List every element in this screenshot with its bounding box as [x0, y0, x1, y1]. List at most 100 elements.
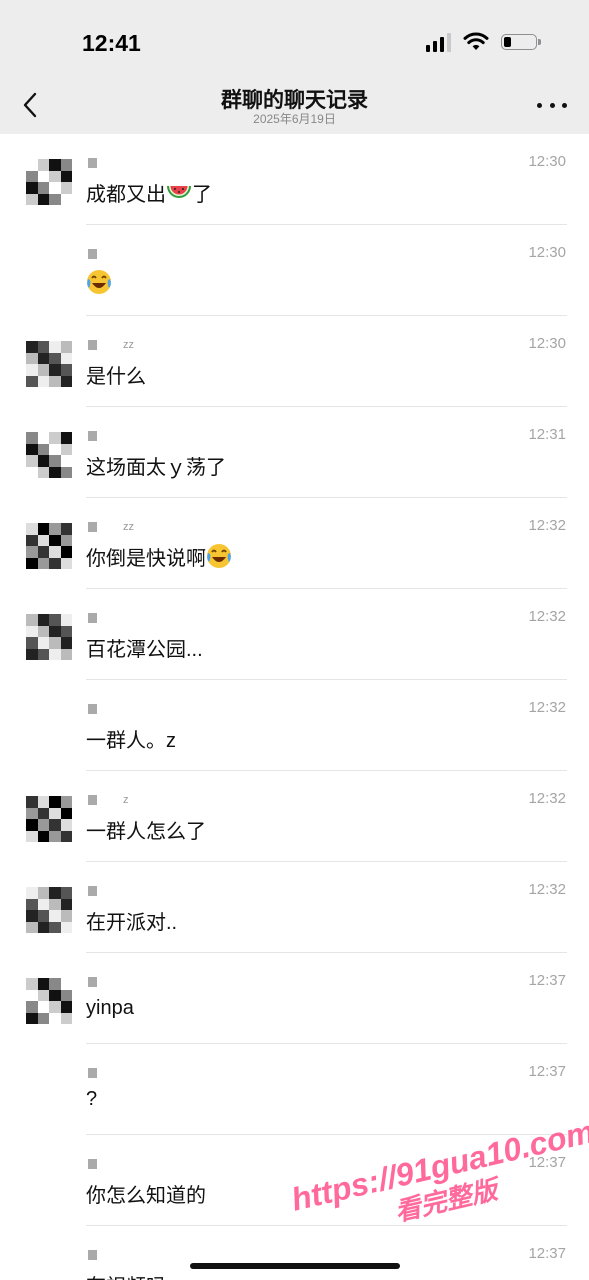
battery-icon [501, 34, 541, 50]
sender-name [88, 156, 123, 170]
avatar[interactable] [26, 159, 72, 205]
list-item[interactable]: z 12:32 一群人怎么了 [0, 771, 589, 862]
message-time: 12:37 [528, 1063, 566, 1080]
sender-name [88, 884, 123, 898]
message-text[interactable]: 一群人。z [86, 724, 176, 753]
redacted-name-block [88, 977, 97, 987]
status-icons [426, 32, 541, 52]
avatar[interactable] [26, 432, 72, 478]
message-text-part: 你倒是快说啊 [86, 548, 206, 570]
redacted-name-block [88, 249, 97, 259]
status-time: 12:41 [82, 30, 141, 56]
redacted-name-block [88, 613, 97, 623]
message-text-part: 百花潭公园... [86, 639, 203, 661]
list-item[interactable]: 12:37 yinpa [0, 953, 589, 1044]
message-text-part: 是什么 [86, 366, 146, 388]
status-bar: 12:41 [0, 0, 589, 78]
redacted-name-block [88, 340, 97, 350]
redacted-name-block [88, 704, 97, 714]
message-text-part: ? [86, 1088, 98, 1110]
avatar[interactable] [26, 523, 72, 569]
message-text[interactable]: 一群人怎么了 [86, 815, 206, 844]
message-time: 12:30 [528, 244, 566, 261]
message-text-part: 一群人怎么了 [86, 821, 206, 843]
sender-name-text: zz [123, 339, 134, 351]
sender-name-text: z [123, 794, 129, 806]
redacted-name-block [88, 1068, 97, 1078]
message-text[interactable]: 你倒是快说啊 [86, 542, 232, 571]
message-time: 12:37 [528, 972, 566, 989]
list-item[interactable]: 12:32 在开派对.. [0, 862, 589, 953]
message-text-part: 了 [192, 184, 212, 206]
more-dots-icon [537, 102, 542, 108]
sender-name [88, 975, 123, 989]
avatar[interactable] [26, 887, 72, 933]
list-item[interactable]: 12:37? [0, 1044, 589, 1135]
message-text[interactable]: 成都又出 了 [86, 178, 212, 207]
wifi-icon [463, 32, 489, 50]
sender-name-text: zz [123, 521, 134, 533]
message-text[interactable]: 这场面太ｙ荡了 [86, 451, 226, 480]
redacted-name-block [88, 795, 97, 805]
watermelon-icon [167, 186, 191, 198]
list-item[interactable]: 12:32 百花潭公园... [0, 589, 589, 680]
redacted-name-block [88, 1250, 97, 1260]
message-text-part: 一群人。z [86, 730, 176, 752]
message-time: 12:32 [528, 699, 566, 716]
sender-name [88, 1066, 123, 1080]
message-time: 12:30 [528, 335, 566, 352]
list-item[interactable]: zz 12:32 你倒是快说啊 [0, 498, 589, 589]
more-options-button[interactable] [537, 98, 567, 112]
home-indicator[interactable] [190, 1263, 400, 1269]
message-text-part: 这场面太ｙ荡了 [86, 457, 226, 479]
message-time: 12:37 [528, 1245, 566, 1262]
list-item[interactable]: 12:32 一群人。z [0, 680, 589, 771]
message-text[interactable]: 有视频吗 [86, 1270, 166, 1280]
message-time: 12:32 [528, 881, 566, 898]
laughing-emoji-icon [207, 544, 231, 568]
list-item[interactable]: 12:30 成都又出 了 [0, 134, 589, 225]
message-time: 12:32 [528, 608, 566, 625]
redacted-name-block [88, 431, 97, 441]
sender-name [88, 247, 123, 261]
message-text-part: yinpa [86, 997, 134, 1019]
message-text-part: 成都又出 [86, 184, 166, 206]
message-text[interactable]: 在开派对.. [86, 906, 177, 935]
message-text[interactable]: 是什么 [86, 360, 146, 389]
redacted-name-block [88, 1159, 97, 1169]
message-text-part: 在开派对.. [86, 912, 178, 934]
sender-name [88, 611, 123, 625]
avatar[interactable] [26, 978, 72, 1024]
message-text-part: 你怎么知道的 [86, 1185, 206, 1207]
message-time: 12:30 [528, 153, 566, 170]
message-text[interactable]: yinpa [86, 997, 134, 1020]
cellular-signal-icon [426, 32, 451, 52]
list-item[interactable]: 12:31 这场面太ｙ荡了 [0, 407, 589, 498]
sender-name [88, 702, 123, 716]
message-text[interactable]: 百花潭公园... [86, 633, 203, 662]
message-time: 12:32 [528, 517, 566, 534]
message-text[interactable] [86, 269, 112, 297]
list-item[interactable]: 12:30 [0, 225, 589, 316]
avatar[interactable] [26, 796, 72, 842]
redacted-name-block [88, 158, 97, 168]
list-item[interactable]: zz 12:30 是什么 [0, 316, 589, 407]
avatar[interactable] [26, 614, 72, 660]
sender-name [88, 429, 123, 443]
avatar[interactable] [26, 341, 72, 387]
sender-name [88, 1248, 123, 1262]
redacted-name-block [88, 886, 97, 896]
laughing-emoji-icon [87, 270, 111, 294]
message-list[interactable]: 12:30 成都又出 了 12:30 zz 12:30 是什么 12:31 这场面太ｙ荡了 zz 1… [0, 134, 589, 1280]
redacted-name-block [88, 522, 97, 532]
sender-name [88, 1157, 123, 1171]
message-text-part: 有视频吗 [86, 1276, 166, 1280]
message-text[interactable]: 你怎么知道的 [86, 1179, 206, 1208]
nav-bar: 群聊的聊天记录 2025年6月19日 [0, 78, 589, 134]
list-item[interactable]: 12:37 有视频吗 [0, 1226, 589, 1280]
sender-name: z [88, 793, 129, 807]
page-subtitle-date: 2025年6月19日 [253, 112, 336, 126]
message-time: 12:32 [528, 790, 566, 807]
message-time: 12:31 [528, 426, 566, 443]
message-text[interactable]: ? [86, 1088, 97, 1111]
